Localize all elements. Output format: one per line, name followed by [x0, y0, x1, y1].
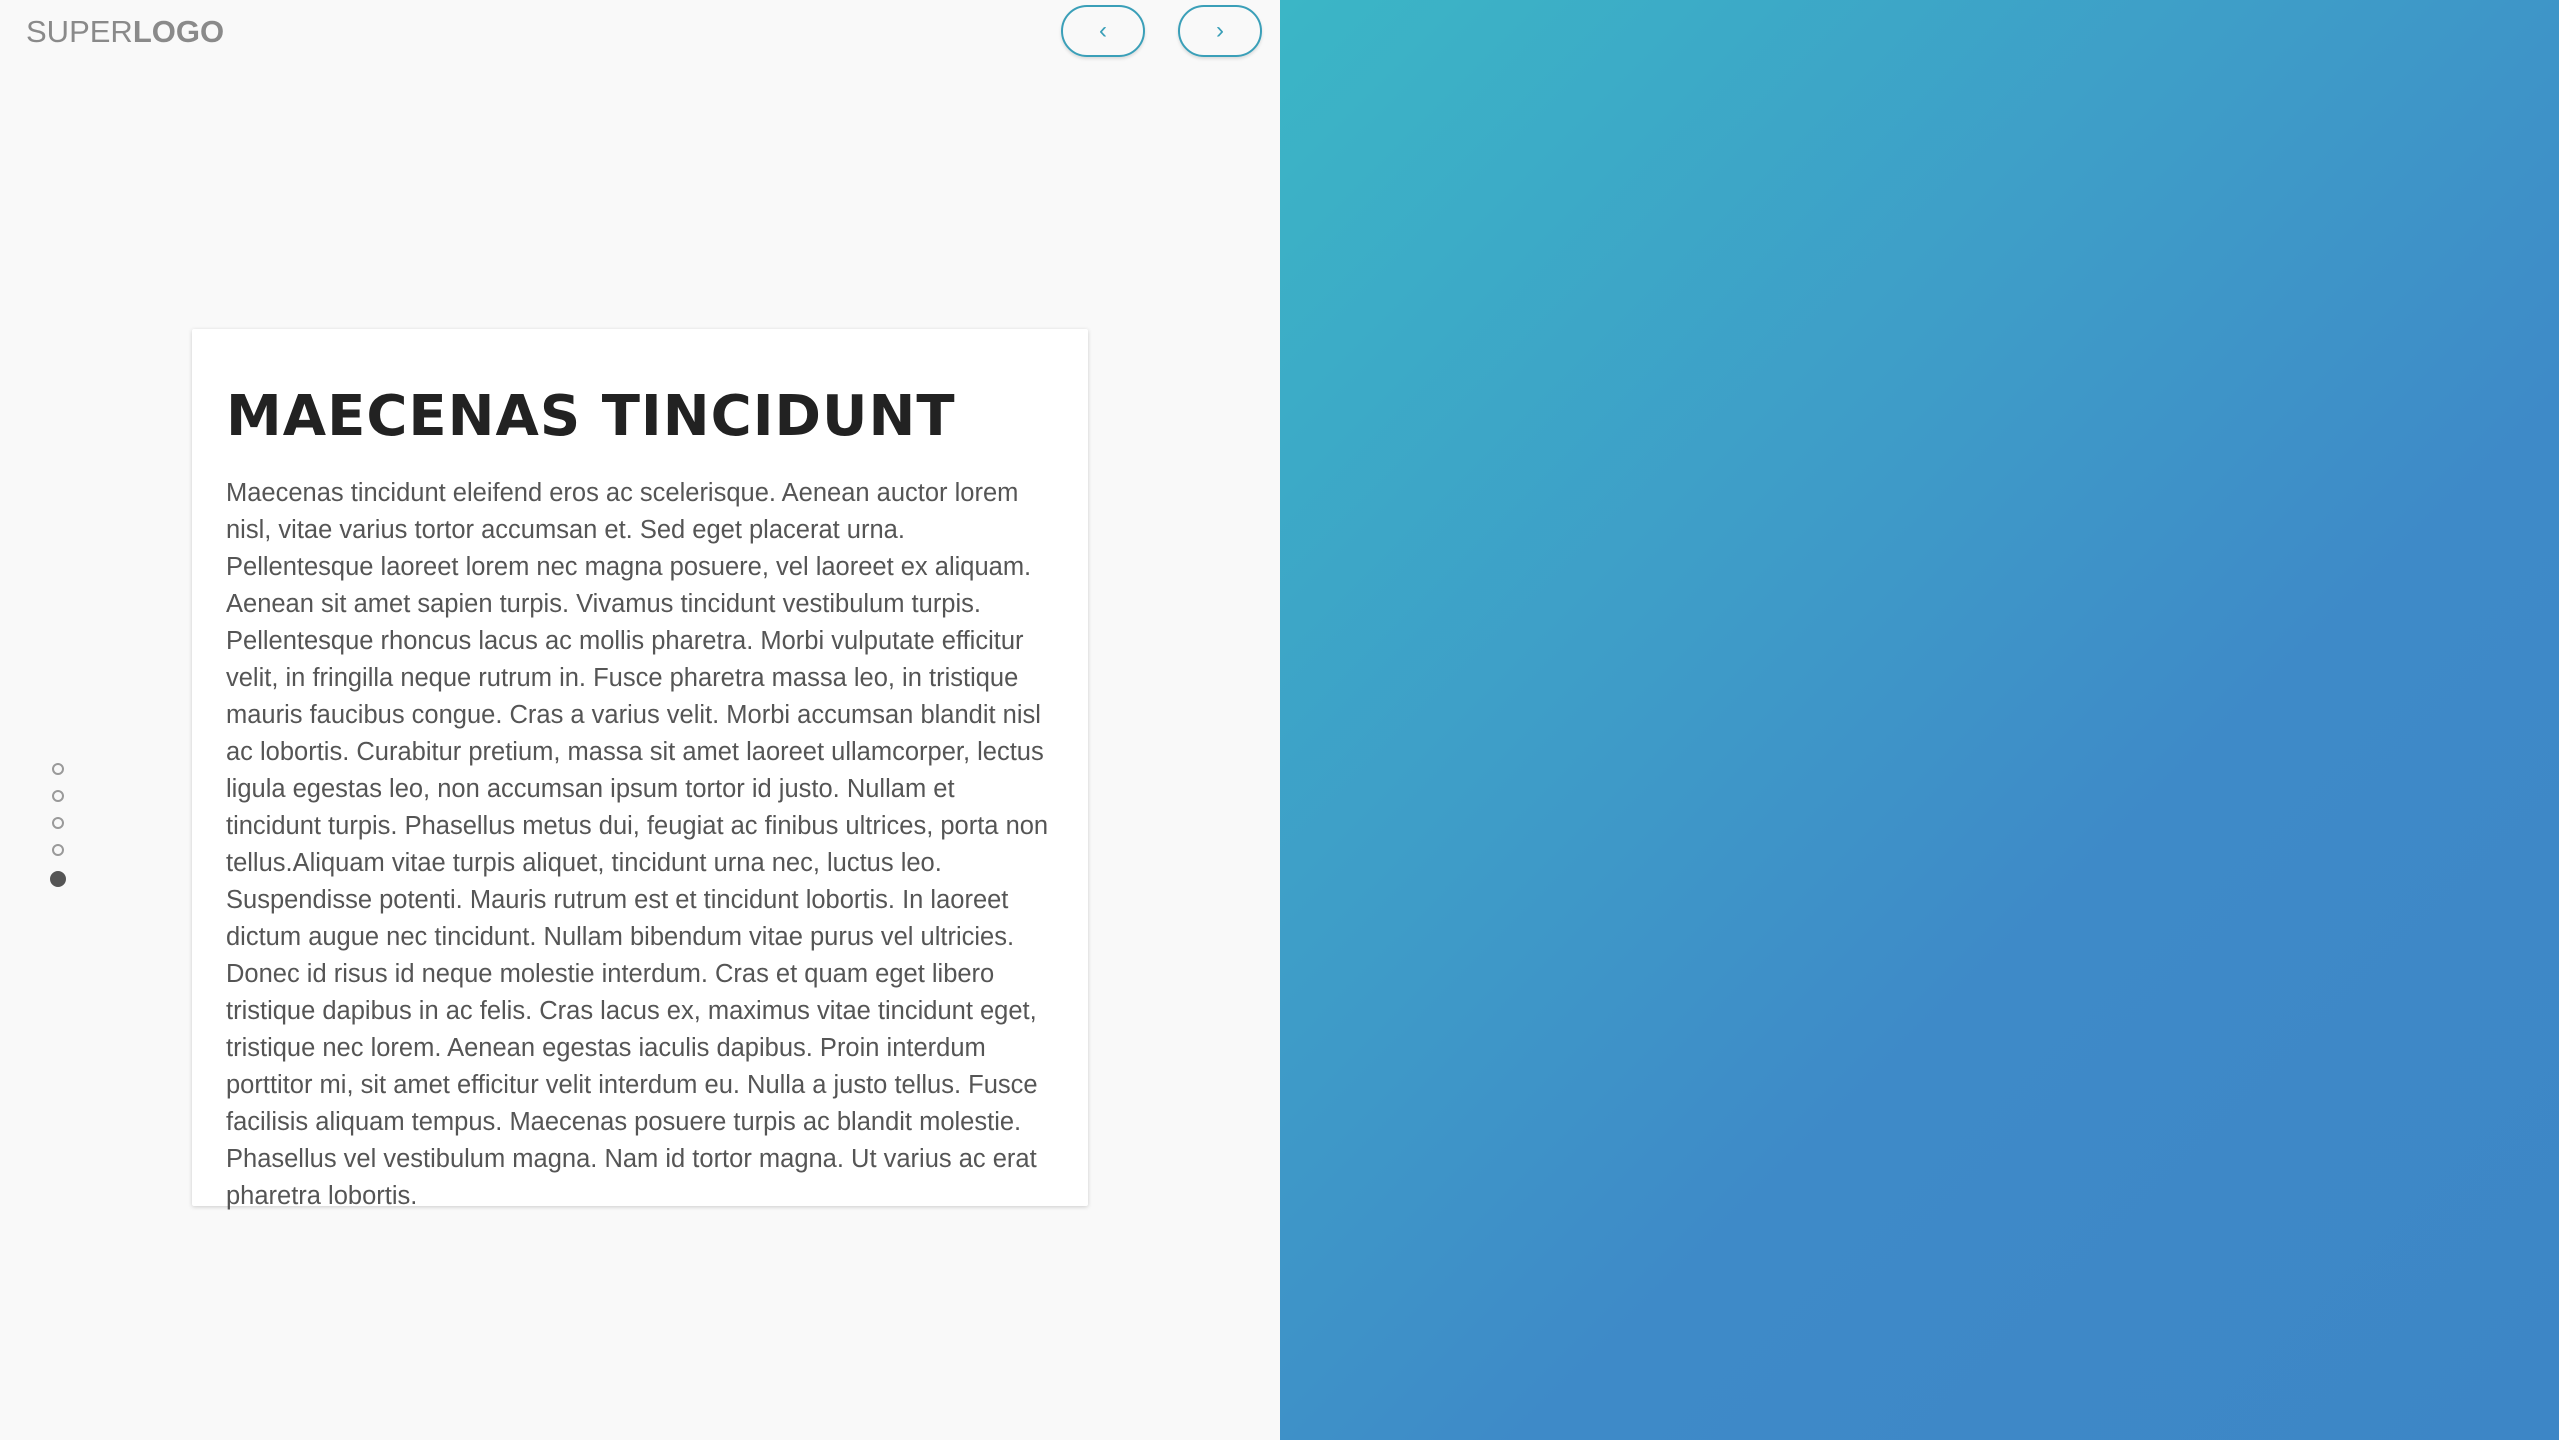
previous-button[interactable]: ‹	[1061, 5, 1145, 57]
pagination-dot-5[interactable]	[50, 871, 66, 887]
pagination-dot-1[interactable]	[52, 763, 64, 775]
chevron-right-icon: ›	[1216, 17, 1224, 44]
card-title: MAECENAS TINCIDUNT	[226, 384, 956, 449]
pagination-dots	[50, 763, 70, 902]
logo[interactable]: SUPERLOGO	[26, 14, 224, 50]
pagination-dot-2[interactable]	[52, 790, 64, 802]
content-card: MAECENAS TINCIDUNT Maecenas tincidunt el…	[192, 329, 1088, 1210]
chevron-left-icon: ‹	[1099, 17, 1107, 44]
logo-light-text: SUPER	[26, 14, 133, 49]
pagination-dot-4[interactable]	[52, 844, 64, 856]
card-body-text: Maecenas tincidunt eleifend eros ac scel…	[226, 479, 1049, 1210]
left-panel: SUPERLOGO ‹ › MAECENAS TINCIDUNT Maecena…	[0, 0, 1280, 1440]
pagination-dot-3[interactable]	[52, 817, 64, 829]
next-button[interactable]: ›	[1178, 5, 1262, 57]
logo-bold-text: LOGO	[132, 14, 225, 49]
gradient-panel	[1280, 0, 2559, 1440]
